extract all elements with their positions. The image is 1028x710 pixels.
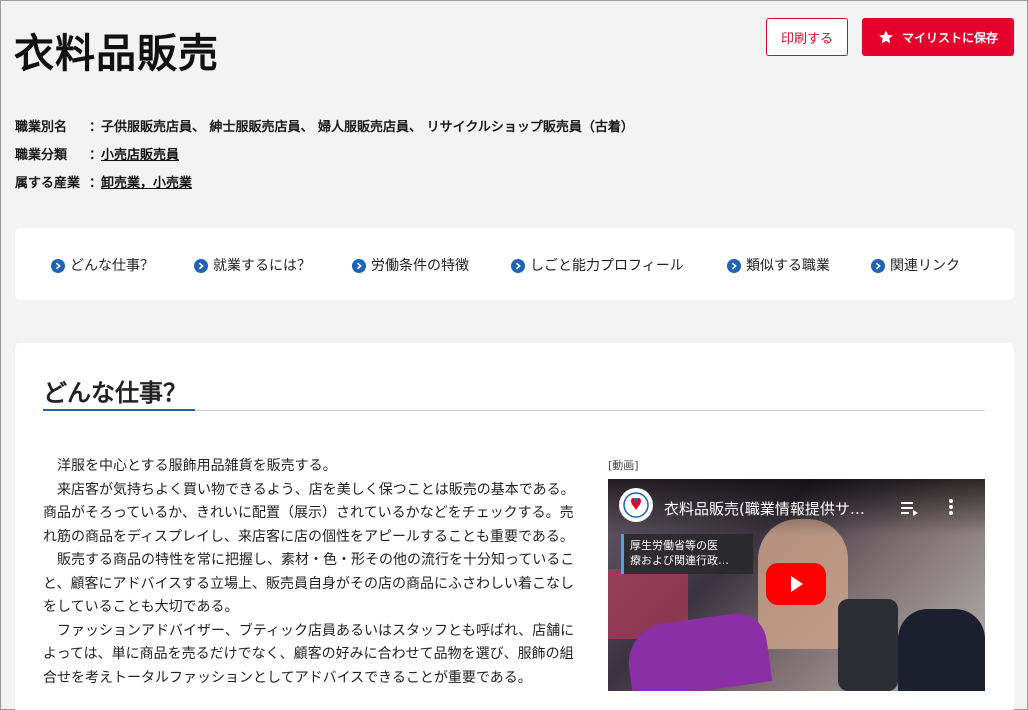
heading-accent-bar [43,409,195,411]
video-card-line: 療および関連行政… [630,554,729,567]
playlist-add-icon[interactable] [901,500,919,516]
category-link[interactable]: 小売店販売員 [101,147,179,175]
occupation-meta: 職業別名 ： 子供服販売店員、 紳士服販売店員、 婦人服販売店員、 リサイクルシ… [15,119,634,203]
description-paragraph: 洋服を中心とする服飾用品雑貨を販売する。 [57,458,337,474]
video-thumbnail-garment [898,609,985,691]
page-title: 衣料品販売 [14,31,219,77]
nav-item-similar-jobs[interactable]: 類似する職業 [727,255,830,275]
chevron-right-icon [871,259,885,273]
nav-item-working-conditions[interactable]: 労働条件の特徴 [352,255,469,275]
description-paragraph: ファッションアドバイザー、ブティック店員あるいはスタッフとも呼ばれ、店舗によって… [43,622,575,686]
chevron-right-icon [352,259,366,273]
nav-item-label: 労働条件の特徴 [371,258,469,274]
industry-label: 属する産業 [15,176,81,191]
mhlw-logo-icon[interactable] [619,488,653,522]
nav-item-label: しごと能力プロフィール [530,258,684,274]
section-nav: どんな仕事？ 就業するには？ 労働条件の特徴 しごと能力プロフィール 類似する職… [15,228,1014,300]
chevron-right-icon [727,259,741,273]
industry-row: 属する産業 ： 卸売業，小売業 [15,175,634,203]
more-vertical-icon[interactable] [948,498,954,516]
video-card-line: 厚生労働省等の医 [630,539,718,552]
industry-separator: ： [89,176,103,191]
chevron-right-icon [51,259,65,273]
chevron-right-icon [511,259,525,273]
nav-item-label: 関連リンク [890,258,960,274]
aliases-separator: ： [89,120,103,135]
star-icon [879,30,893,44]
play-button-icon[interactable] [766,563,826,605]
category-row: 職業分類 ： 小売店販売員 [15,147,634,175]
save-to-mylist-button[interactable]: マイリストに保存 [862,18,1014,56]
print-button[interactable]: 印刷する [766,18,848,56]
video-info-card[interactable]: 厚生労働省等の医 療および関連行政… [621,534,753,574]
nav-item-label: 類似する職業 [746,258,830,274]
category-separator: ： [89,148,103,163]
chevron-right-icon [194,259,208,273]
print-button-label: 印刷する [780,31,833,47]
nav-item-what-job[interactable]: どんな仕事？ [51,255,154,275]
section-heading: どんな仕事？ [43,379,187,407]
description-paragraph: 販売する商品の特性を常に把握し、素材・色・形その他の流行を十分知っていること、顧… [43,552,575,615]
job-description-card: どんな仕事？ 洋服を中心とする服飾用品雑貨を販売する。 来店客が気持ちよく買い物… [15,343,1014,710]
description-paragraph: 来店客が気持ちよく買い物できるよう、店を美しく保つことは販売の基本である。商品が… [43,481,575,545]
aliases-row: 職業別名 ： 子供服販売店員、 紳士服販売店員、 婦人服販売店員、 リサイクルシ… [15,119,634,147]
aliases-value: 子供服販売店員、 紳士服販売店員、 婦人服販売店員、 リサイクルショップ販売員（… [101,120,634,135]
nav-item-label: 就業するには？ [213,258,311,274]
aliases-label: 職業別名 [15,120,68,135]
industry-link[interactable]: 卸売業，小売業 [101,175,192,203]
nav-item-related-links[interactable]: 関連リンク [871,255,960,275]
save-button-label: マイリストに保存 [901,30,998,45]
video-title[interactable]: 衣料品販売(職業情報提供サ… [664,498,865,519]
video-thumbnail-garment [838,599,898,691]
nav-item-label: どんな仕事？ [70,258,154,274]
job-description-text: 洋服を中心とする服飾用品雑貨を販売する。 来店客が気持ちよく買い物できるよう、店… [43,455,579,690]
category-label: 職業分類 [15,148,68,163]
video-label: [動画] [608,459,639,472]
nav-item-ability-profile[interactable]: しごと能力プロフィール [511,255,684,275]
nav-item-employment[interactable]: 就業するには？ [194,255,311,275]
video-player[interactable]: 衣料品販売(職業情報提供サ… 厚生労働省等の医 療および関連行政… [608,479,985,691]
